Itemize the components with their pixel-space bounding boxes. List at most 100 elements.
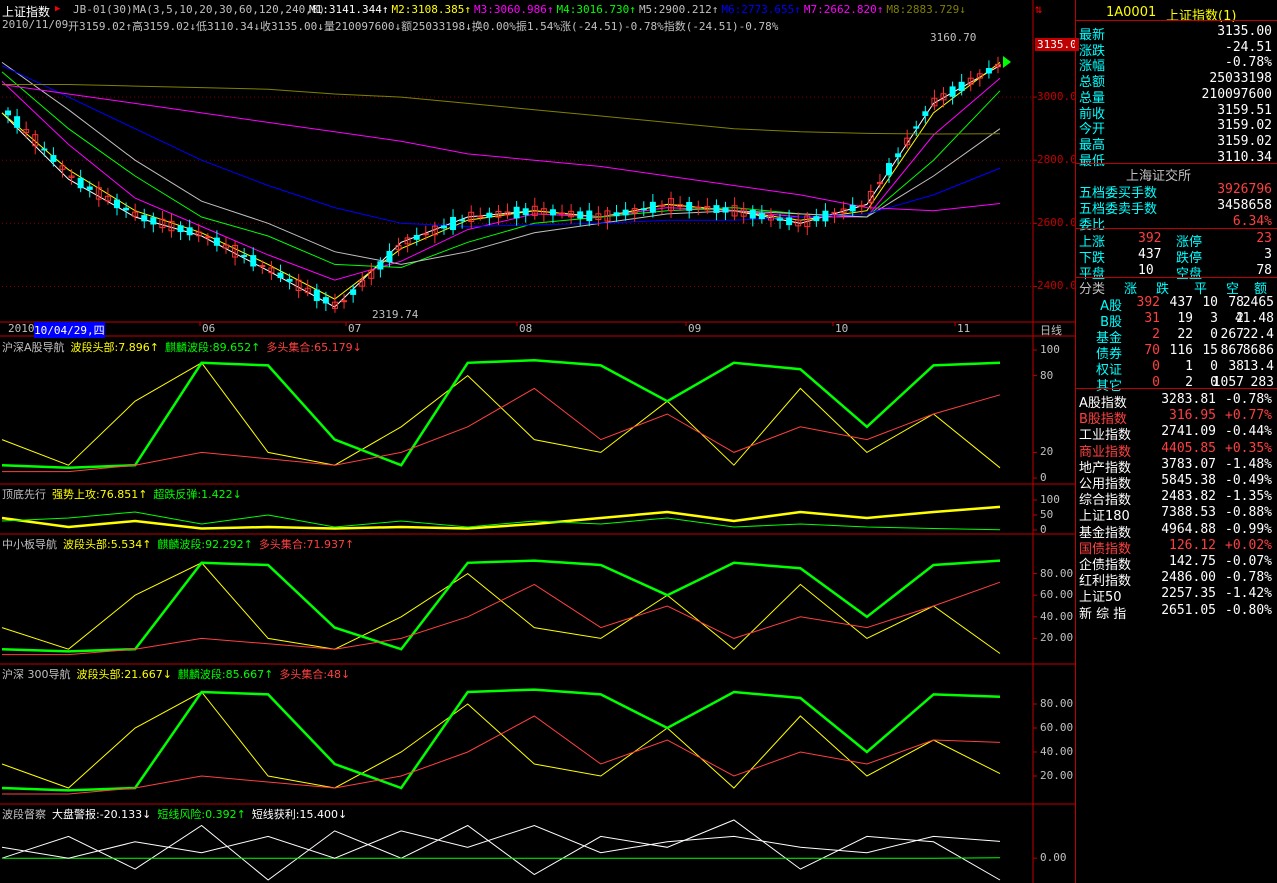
quote-panel: 1A0001 上证指数(1) 最新 3135.00 涨跌 -24.51 涨幅 -0.78%…: [1075, 0, 1277, 883]
class-cell-down: 1: [1185, 359, 1193, 374]
candle-body: [486, 212, 493, 218]
subpanel-title-p3: 中小板导航 波段头部:5.534↑ 麒麟波段:92.292↑ 多头集合:71.937↑: [2, 536, 360, 551]
indicator-line: [2, 387, 1001, 473]
quote-row: 前收 3159.51: [1076, 103, 1277, 122]
candle-body: [86, 186, 93, 190]
side-separator: [1076, 163, 1277, 164]
ma-value: M4:3016.730↑: [556, 3, 636, 16]
price-tick-label: 3000.0: [1037, 90, 1077, 104]
index-row[interactable]: B股指数 316.95 +0.77%: [1076, 408, 1277, 427]
class-cell-flat: 15: [1202, 343, 1218, 358]
play-arrow-icon[interactable]: ▶: [55, 4, 60, 14]
security-code: 1A0001: [1106, 5, 1157, 20]
security-name: 上证指数(1): [1166, 9, 1237, 24]
order-value: 3458658: [1217, 198, 1272, 213]
month-label: 09: [688, 322, 702, 335]
class-row: A股 392 437 10 78 2465: [1076, 295, 1277, 314]
ma-value: M6:2773.655↑: [721, 3, 801, 16]
subpanel-value: 超跌反弹:1.422↓: [153, 488, 242, 501]
index-row[interactable]: 公用指数 5845.38 -0.49%: [1076, 473, 1277, 492]
index-row[interactable]: 红利指数 2486.00 -0.78%: [1076, 570, 1277, 589]
order-value: 3926796: [1217, 182, 1272, 197]
order-row: 五档委卖手数 3458658: [1076, 198, 1277, 217]
ma-params: MA(3,5,10,20,30,60,120,240,8): [133, 3, 326, 16]
class-cell-amount: 2465: [1242, 295, 1274, 310]
subpanel-tick-label: 0: [1040, 471, 1047, 484]
candle-body: [713, 205, 720, 213]
indicator-line: [1, 819, 1001, 881]
adjust-icon[interactable]: ⇅: [1035, 2, 1042, 16]
date-cursor[interactable]: 10/04/29,四: [34, 322, 105, 338]
candle-body: [559, 212, 566, 215]
class-cell-down: 437: [1169, 295, 1193, 310]
index-value: 2483.82: [1161, 489, 1216, 505]
month-label: 11: [957, 322, 971, 335]
candle-body: [758, 212, 765, 220]
period-label[interactable]: 日线: [1040, 322, 1062, 338]
class-cell-amount: 8686: [1242, 343, 1274, 358]
candle-body: [286, 278, 293, 282]
subpanel-value: 波段头部:7.896↑: [70, 341, 159, 354]
candle-body: [622, 209, 629, 216]
index-change: -0.80%: [1225, 602, 1272, 618]
subpanel-value: 多头集合:71.937↑: [258, 538, 355, 551]
index-row[interactable]: 国债指数 126.12 +0.02%: [1076, 537, 1277, 557]
candle-body: [440, 225, 447, 229]
index-row[interactable]: 商业指数 4405.85 +0.35%: [1076, 441, 1277, 460]
index-change: -1.48%: [1225, 456, 1272, 472]
index-value: 4964.88: [1161, 521, 1216, 537]
subpanel-name: 沪深 300导航: [2, 668, 71, 681]
index-row[interactable]: 上证180 7388.53 -0.88%: [1076, 505, 1277, 524]
subpanel-value: 短线获利:15.400↓: [251, 808, 348, 821]
info-date: 2010/11/09: [2, 18, 69, 31]
index-row[interactable]: 基金指数 4964.88 -0.99%: [1076, 521, 1277, 541]
breadth-v1: 437: [1138, 247, 1162, 262]
index-value: 3283.81: [1161, 392, 1216, 407]
index-row[interactable]: 上证50 2257.35 -1.42%: [1076, 586, 1277, 605]
index-value: 126.12: [1169, 537, 1216, 553]
subpanel-value: 多头集合:48↓: [279, 668, 351, 681]
index-row[interactable]: A股指数 3283.81 -0.78%: [1076, 392, 1277, 411]
candle-body: [813, 216, 820, 222]
class-cell-empty: 267: [1220, 327, 1244, 342]
class-cell-amount: 41.48: [1234, 311, 1274, 326]
subpanel-value: 麒麟波段:89.652↑: [164, 341, 261, 354]
subpanel-value: 麒麟波段:92.292↑: [157, 538, 253, 551]
subpanel-title-p4: 沪深 300导航 波段头部:21.667↓ 麒麟波段:85.667↑ 多头集合:48↓: [2, 666, 356, 681]
breadth-v2: 23: [1256, 231, 1272, 246]
candle-body: [41, 148, 48, 151]
index-value: 2651.05: [1161, 602, 1216, 618]
candle-body: [958, 81, 965, 91]
index-row[interactable]: 综合指数 2483.82 -1.35%: [1076, 489, 1277, 508]
candle-body: [786, 217, 793, 226]
info-line: 开3159.02↑高3159.02↓低3110.34↓收3135.00↓量210…: [68, 20, 779, 33]
index-row[interactable]: 新 综 指 2651.05 -0.80%: [1076, 602, 1277, 622]
candle-body: [204, 236, 211, 239]
month-label: 07: [348, 322, 362, 335]
index-change: +0.77%: [1225, 408, 1272, 424]
quote-row: 涨幅 -0.78%: [1076, 55, 1277, 74]
subpanel-tick-label: 20.00: [1040, 631, 1074, 645]
quote-row: 最高 3159.02: [1076, 134, 1277, 153]
candle-body: [849, 204, 856, 212]
index-row[interactable]: 企债指数 142.75 -0.07%: [1076, 554, 1277, 573]
index-row[interactable]: 地产指数 3783.07 -1.48%: [1076, 456, 1277, 476]
indicator-name: JB-01(30): [73, 3, 133, 16]
side-separator: [1076, 228, 1277, 229]
ma-value: M8:2883.729↓: [886, 3, 966, 16]
ma-value: M7:2662.820↑: [803, 3, 884, 16]
class-cell-flat: 0: [1210, 359, 1218, 374]
class-cell-up: 0: [1152, 359, 1160, 374]
candle-body: [513, 206, 520, 219]
subpanel-tick-label: 50: [1040, 508, 1054, 521]
class-cell-down: 22: [1177, 327, 1193, 342]
quote-value: 3135.00: [1217, 24, 1272, 39]
quote-value: -0.78%: [1225, 55, 1272, 71]
class-row: 基金 2 22 0 267 22.4: [1076, 327, 1277, 346]
candle-body: [450, 216, 457, 231]
index-row[interactable]: 工业指数 2741.09 -0.44%: [1076, 424, 1277, 443]
kline-chart[interactable]: [0, 0, 1075, 883]
ma-value: M5:2900.212↑: [638, 3, 719, 16]
subpanel-tick-label: 60.00: [1040, 588, 1074, 602]
candle-body: [241, 254, 248, 258]
